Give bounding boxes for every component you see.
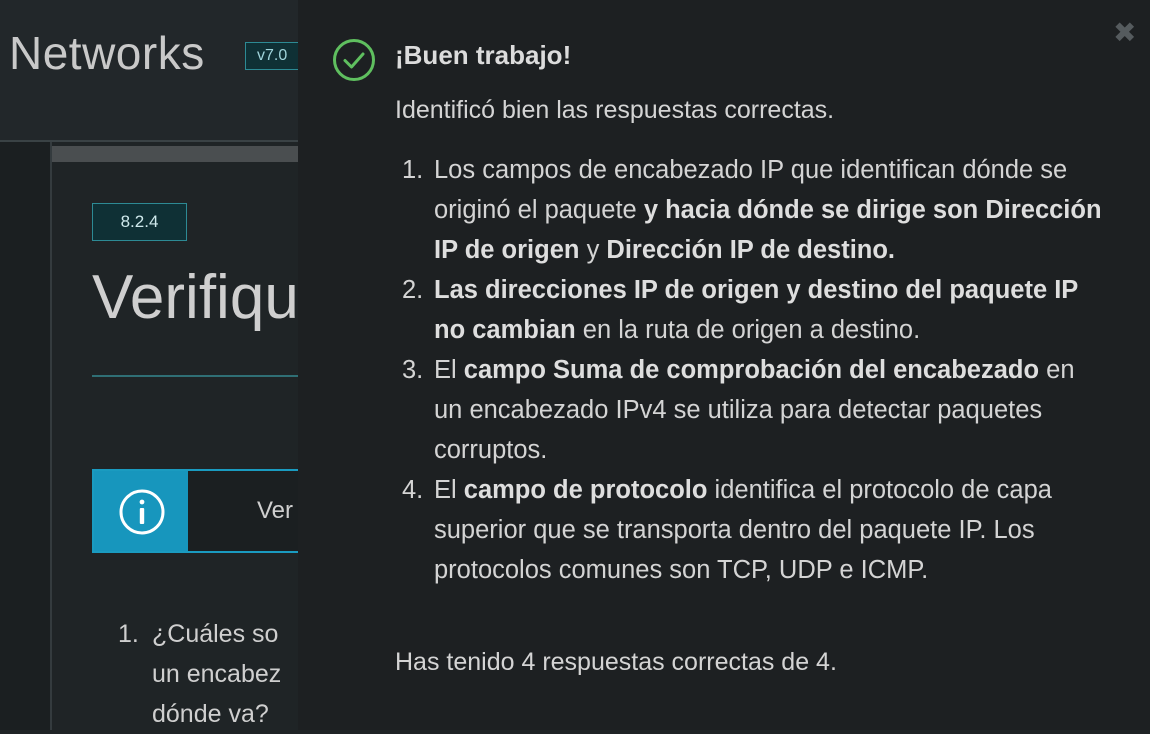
item-text: El [434,476,464,504]
item-text: en la ruta de origen a destino. [575,316,921,344]
item-text: y [579,236,607,264]
feedback-summary: Has tenido 4 respuestas correctas de 4. [395,648,837,676]
feedback-heading: ¡Buen trabajo! [395,40,572,70]
feedback-answer-list: 1. Los campos de encabezado IP que ident… [402,150,1102,590]
question-line: un encabez [152,660,282,688]
course-title: Networks [9,27,205,79]
question-line: dónde va? [152,700,269,728]
item-text: El [434,356,464,384]
item-bold-text: campo Suma de comprobación del encabezad… [463,356,1040,384]
item-number: 4. [402,476,424,504]
question-line: ¿Cuáles so [152,620,279,648]
list-item: 4. El campo de protocolo identifica el p… [402,470,1102,590]
question-number: 1. [118,620,139,648]
info-callout: Ver [92,469,322,553]
info-icon [119,489,165,535]
feedback-intro: Identificó bien las respuestas correctas… [395,96,835,124]
item-number: 2. [402,276,424,304]
item-bold-text: Dirección IP de destino. [606,236,896,264]
item-bold-text: campo de protocolo [463,476,708,504]
left-rail [0,142,52,730]
item-number: 1. [402,156,424,184]
info-callout-text: Ver [257,497,294,524]
list-item: 2. Las direcciones IP de origen y destin… [402,270,1102,350]
title-divider [92,375,312,377]
list-item: 3. El campo Suma de comprobación del enc… [402,350,1102,470]
page-title: Verifiqu [92,263,299,332]
check-circle-icon [333,39,375,81]
content-progress-bar [52,146,312,162]
section-number-badge: 8.2.4 [92,203,187,241]
close-icon[interactable]: ✖ [1113,19,1136,47]
info-icon-cell [94,471,188,551]
background-question: 1. ¿Cuáles so un encabez dónde va? [118,614,281,734]
item-number: 3. [402,356,424,384]
list-item: 1. Los campos de encabezado IP que ident… [402,150,1102,270]
